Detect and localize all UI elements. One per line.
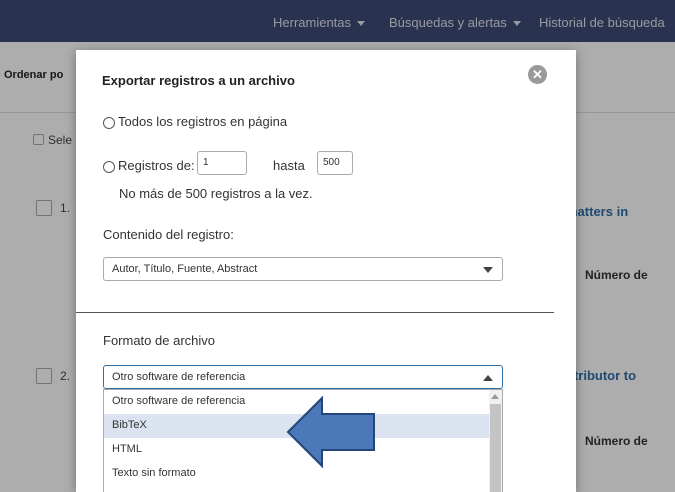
range-limit-note: No más de 500 registros a la vez. [119, 186, 313, 201]
range-to-input[interactable]: 500 [317, 151, 353, 175]
record-content-value: Autor, Título, Fuente, Abstract [112, 263, 258, 275]
file-format-label: Formato de archivo [103, 333, 215, 348]
chevron-up-icon [483, 375, 493, 381]
range-from-input[interactable]: 1 [197, 151, 247, 175]
range-records-radio[interactable] [103, 161, 115, 173]
all-records-label: Todos los registros en página [118, 114, 288, 129]
scroll-up-icon[interactable] [491, 394, 499, 399]
record-content-select[interactable]: Autor, Título, Fuente, Abstract [103, 257, 503, 281]
range-to-label: hasta [273, 158, 305, 173]
scrollbar-thumb[interactable] [490, 404, 501, 492]
section-divider [76, 312, 554, 313]
chevron-down-icon [483, 267, 493, 273]
record-content-label: Contenido del registro: [103, 227, 234, 242]
all-records-radio[interactable] [103, 117, 115, 129]
left-arrow-annotation [286, 396, 375, 468]
file-format-value: Otro software de referencia [112, 371, 246, 383]
options-scrollbar[interactable] [489, 390, 502, 492]
dialog-title: Exportar registros a un archivo [102, 73, 295, 88]
close-icon[interactable]: ✕ [528, 65, 547, 84]
range-records-label: Registros de: [118, 158, 195, 173]
file-format-select[interactable]: Otro software de referencia [103, 365, 503, 389]
